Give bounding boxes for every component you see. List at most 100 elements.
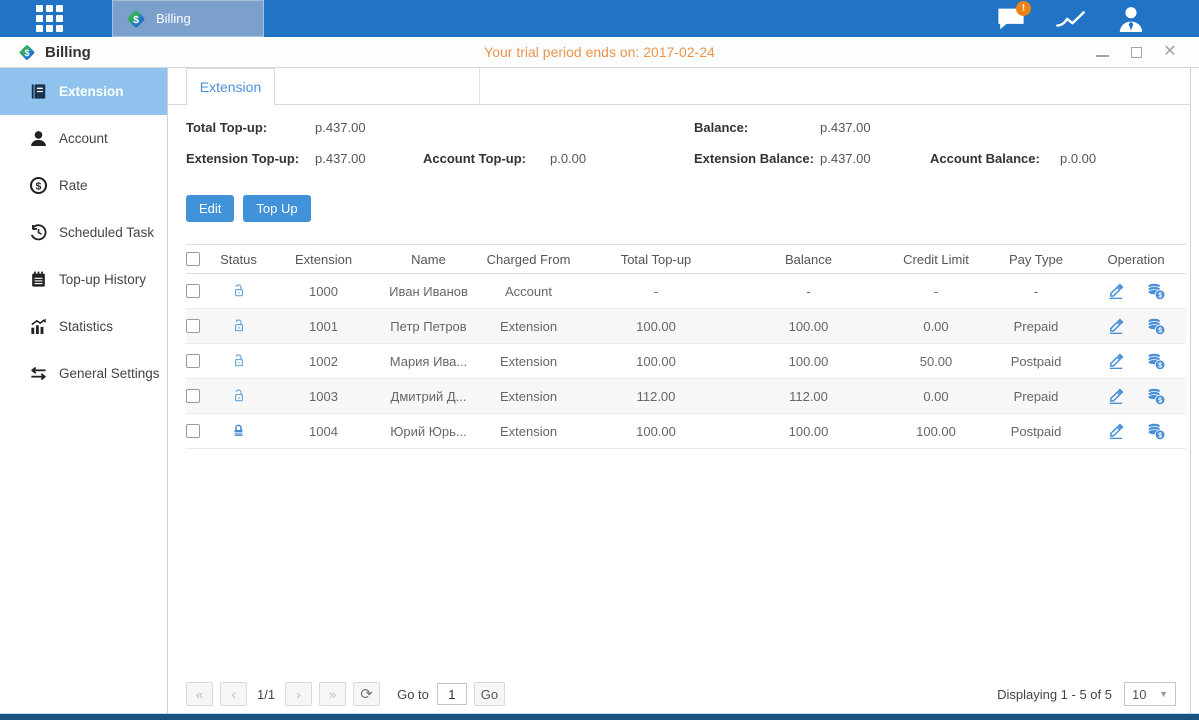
row-checkbox[interactable] — [186, 424, 200, 438]
extension-table: Status Extension Name Charged From Total… — [186, 244, 1186, 449]
notepad-icon — [29, 270, 48, 289]
monitor-chart-icon[interactable] — [1053, 5, 1089, 33]
charged-from-cell: Extension — [476, 379, 581, 413]
total-topup-label: Total Top-up: — [186, 120, 267, 135]
svg-text:$: $ — [1158, 327, 1162, 335]
svg-text:$: $ — [1158, 397, 1162, 405]
topup-row-icon[interactable]: $ — [1146, 386, 1166, 406]
operation-cell: $ — [1086, 379, 1186, 413]
screen: $ Billing ! $ Billing Your trial period … — [0, 0, 1199, 720]
first-page-button[interactable]: « — [186, 682, 213, 706]
topup-row-icon[interactable]: $ — [1146, 316, 1166, 336]
edit-row-icon[interactable] — [1106, 281, 1126, 301]
unlocked-lock-icon — [230, 282, 247, 300]
row-checkbox[interactable] — [186, 354, 200, 368]
topup-button[interactable]: Top Up — [243, 195, 310, 222]
summary-panel: Total Top-up: p.437.00 Balance: p.437.00… — [186, 117, 1190, 174]
total-topup-value: p.437.00 — [315, 120, 366, 135]
edit-row-icon[interactable] — [1106, 421, 1126, 441]
balance-cell: - — [731, 274, 886, 308]
edit-row-icon[interactable] — [1106, 316, 1126, 336]
unlocked-lock-icon — [230, 352, 247, 370]
balance-cell: 112.00 — [731, 379, 886, 413]
topup-row-icon[interactable]: $ — [1146, 281, 1166, 301]
row-checkbox[interactable] — [186, 389, 200, 403]
unlocked-lock-icon — [230, 317, 247, 335]
row-checkbox[interactable] — [186, 284, 200, 298]
edit-row-icon[interactable] — [1106, 351, 1126, 371]
topbar: $ Billing ! — [0, 0, 1199, 37]
topup-row-icon[interactable]: $ — [1146, 421, 1166, 441]
pay-type-cell: Postpaid — [986, 344, 1086, 378]
sidebar-item-rate[interactable]: $ Rate — [0, 162, 167, 209]
table-row[interactable]: 1001Петр ПетровExtension100.00100.000.00… — [186, 309, 1186, 344]
pay-type-cell: Prepaid — [986, 379, 1086, 413]
row-checkbox[interactable] — [186, 319, 200, 333]
prev-page-button[interactable]: ‹ — [220, 682, 247, 706]
credit-limit-cell: 0.00 — [886, 309, 986, 343]
select-all-checkbox[interactable] — [186, 252, 200, 266]
edit-button[interactable]: Edit — [186, 195, 234, 222]
total-topup-cell: 100.00 — [581, 344, 731, 378]
total-topup-cell: 112.00 — [581, 379, 731, 413]
svg-text:$: $ — [1158, 362, 1162, 370]
col-pay-type: Pay Type — [986, 245, 1086, 273]
topbar-right: ! — [993, 0, 1199, 37]
locked-lock-icon — [230, 422, 247, 440]
balance-label: Balance: — [694, 120, 748, 135]
page-size-value: 10 — [1132, 687, 1146, 702]
taskbar-billing-tab[interactable]: $ Billing — [112, 0, 264, 37]
notification-badge: ! — [1016, 1, 1031, 16]
page-size-select[interactable]: 10 ▼ — [1124, 682, 1176, 706]
history-clock-icon — [29, 223, 48, 242]
main-content: Extension Total Top-up: p.437.00 Balance… — [168, 68, 1191, 713]
next-page-button[interactable]: › — [285, 682, 312, 706]
col-extension: Extension — [266, 245, 381, 273]
extension-cell: 1000 — [266, 274, 381, 308]
close-icon[interactable]: ✕ — [1163, 45, 1177, 59]
goto-page-input[interactable] — [437, 683, 467, 705]
pay-type-cell: Postpaid — [986, 414, 1086, 448]
edit-row-icon[interactable] — [1106, 386, 1126, 406]
sidebar-item-statistics[interactable]: Statistics — [0, 303, 167, 350]
minimize-icon[interactable] — [1095, 45, 1109, 59]
sidebar-item-account[interactable]: Account — [0, 115, 167, 162]
account-topup-value: p.0.00 — [550, 151, 586, 166]
notifications-icon[interactable]: ! — [993, 5, 1029, 33]
col-name: Name — [381, 245, 476, 273]
go-button[interactable]: Go — [474, 682, 505, 706]
table-row[interactable]: 1002Мария Ива...Extension100.00100.0050.… — [186, 344, 1186, 379]
table-body: 1000Иван ИвановAccount----$1001Петр Петр… — [186, 274, 1186, 449]
sidebar-item-topup-history[interactable]: Top-up History — [0, 256, 167, 303]
sidebar-item-extension[interactable]: Extension — [0, 68, 167, 115]
transfer-arrows-icon — [29, 364, 48, 383]
topup-row-icon[interactable]: $ — [1146, 351, 1166, 371]
billing-diamond-icon: $ — [16, 43, 38, 62]
window-controls: ✕ — [1095, 45, 1183, 59]
tab-extension[interactable]: Extension — [186, 68, 275, 106]
refresh-icon[interactable]: ⟳ — [353, 682, 380, 706]
table-row[interactable]: 1004Юрий Юрь...Extension100.00100.00100.… — [186, 414, 1186, 449]
app-grid-icon[interactable] — [36, 5, 66, 33]
name-cell: Петр Петров — [381, 309, 476, 343]
sidebar-item-scheduled-task[interactable]: Scheduled Task — [0, 209, 167, 256]
sidebar-item-general-settings[interactable]: General Settings — [0, 350, 167, 397]
total-topup-cell: 100.00 — [581, 309, 731, 343]
balance-cell: 100.00 — [731, 344, 886, 378]
pay-type-cell: Prepaid — [986, 309, 1086, 343]
table-row[interactable]: 1000Иван ИвановAccount----$ — [186, 274, 1186, 309]
maximize-icon[interactable] — [1129, 45, 1143, 59]
table-row[interactable]: 1003Дмитрий Д...Extension112.00112.000.0… — [186, 379, 1186, 414]
displaying-text: Displaying 1 - 5 of 5 — [997, 687, 1112, 702]
person-icon — [29, 129, 48, 148]
extension-balance-label: Extension Balance: — [694, 151, 814, 166]
extension-balance-value: p.437.00 — [820, 151, 871, 166]
col-credit-limit: Credit Limit — [886, 245, 986, 273]
last-page-button[interactable]: » — [319, 682, 346, 706]
balance-cell: 100.00 — [731, 414, 886, 448]
operation-cell: $ — [1086, 344, 1186, 378]
user-icon[interactable] — [1113, 5, 1149, 33]
sidebar: Extension Account $ Rate Scheduled Task … — [0, 68, 168, 713]
name-cell: Юрий Юрь... — [381, 414, 476, 448]
extension-cell: 1004 — [266, 414, 381, 448]
